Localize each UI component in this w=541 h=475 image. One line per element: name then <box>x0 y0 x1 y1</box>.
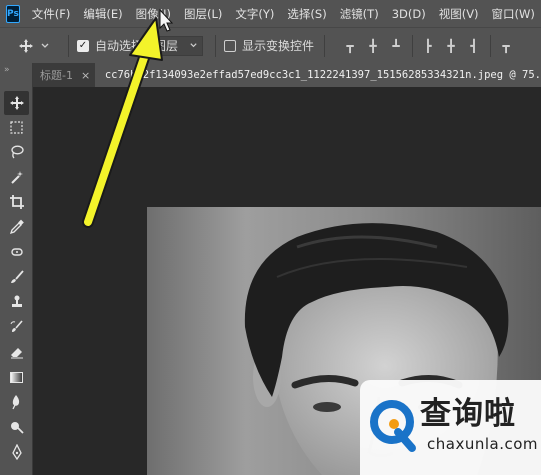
divider <box>324 34 326 57</box>
menu-3d[interactable]: 3D(D) <box>392 7 426 21</box>
pen-tool[interactable] <box>4 440 29 464</box>
distribute-top-icon[interactable]: ┳ <box>499 39 513 53</box>
menu-edit[interactable]: 编辑(E) <box>83 6 122 22</box>
auto-select-target-value: 图层 <box>154 39 179 53</box>
tab-active-document[interactable]: cc76b92f134093e2effad57ed9cc3c1_11222413… <box>94 63 541 87</box>
divider <box>490 34 492 57</box>
align-top-icon[interactable]: ┳ <box>343 39 357 53</box>
divider <box>412 34 414 57</box>
tab-label: 标题-1 <box>40 69 73 82</box>
clone-stamp-icon <box>11 295 22 307</box>
align-left-icon[interactable]: ┣ <box>421 39 435 53</box>
blur-tool[interactable] <box>4 390 29 414</box>
menu-bar: Ps 文件(F) 编辑(E) 图像(I) 图层(L) 文字(Y) 选择(S) 滤… <box>0 0 541 27</box>
magic-wand-tool[interactable] <box>4 165 29 189</box>
align-horizontal-center-icon[interactable]: ╋ <box>444 39 458 53</box>
tab-label: cc76b92f134093e2effad57ed9cc3c1_11222413… <box>104 69 541 81</box>
eyedropper-tool[interactable] <box>4 215 29 239</box>
align-bottom-icon[interactable]: ┻ <box>389 39 403 53</box>
auto-select-label: 自动选择 <box>95 39 144 53</box>
menu-file[interactable]: 文件(F) <box>32 6 71 22</box>
document-tab-bar: 标题-1 × cc76b92f134093e2effad57ed9cc3c1_1… <box>33 63 541 87</box>
auto-select-target-dropdown[interactable]: 图层 <box>149 35 204 56</box>
history-brush-tool[interactable] <box>4 315 29 339</box>
eyedropper-icon <box>9 219 24 235</box>
eraser-tool[interactable] <box>4 340 29 364</box>
collapse-panel-icon[interactable]: » <box>0 63 32 87</box>
move-tool[interactable] <box>4 91 29 115</box>
menu-select[interactable]: 选择(S) <box>287 6 326 22</box>
watermark: 查询啦 chaxunla.com <box>360 380 541 475</box>
lasso-tool[interactable] <box>4 140 29 164</box>
gradient-tool[interactable] <box>4 365 29 389</box>
tool-preset-picker[interactable] <box>18 38 60 54</box>
move-icon <box>19 38 33 53</box>
divider <box>215 34 217 57</box>
menu-type[interactable]: 文字(Y) <box>235 6 274 22</box>
tab-untitled-1[interactable]: 标题-1 × <box>33 63 95 87</box>
dodge-icon <box>10 422 24 434</box>
tools-panel: » <box>0 63 33 475</box>
gradient-icon <box>10 371 23 383</box>
menu-layer[interactable]: 图层(L) <box>184 6 222 22</box>
align-vertical-center-icon[interactable]: ╋ <box>366 39 380 53</box>
menu-window[interactable]: 窗口(W) <box>492 6 535 22</box>
dodge-tool[interactable] <box>4 415 29 439</box>
brush-icon <box>10 270 24 283</box>
auto-select-checkbox[interactable]: ✓ <box>77 39 89 52</box>
crop-tool[interactable] <box>4 190 29 214</box>
chevron-down-icon <box>190 43 197 48</box>
menu-view[interactable]: 视图(V) <box>439 6 479 22</box>
divider <box>68 34 69 57</box>
marquee-tool[interactable] <box>4 115 29 139</box>
brush-tool[interactable] <box>4 265 29 289</box>
history-brush-icon <box>10 320 23 332</box>
watermark-logo-icon <box>370 400 416 452</box>
healing-brush-icon <box>10 248 23 256</box>
menu-filter[interactable]: 滤镜(T) <box>340 6 379 22</box>
marquee-icon <box>10 120 23 134</box>
close-icon[interactable]: × <box>81 69 90 82</box>
watermark-title: 查询啦 <box>420 396 516 432</box>
watermark-url: chaxunla.com <box>427 435 538 453</box>
show-transform-checkbox[interactable] <box>224 39 237 52</box>
chevron-down-icon <box>41 43 49 48</box>
lasso-icon <box>10 145 24 159</box>
eraser-icon <box>10 348 23 359</box>
align-controls: ┳ ╋ ┻ ┣ ╋ ┫ ┳ <box>343 34 522 57</box>
align-right-icon[interactable]: ┫ <box>467 39 481 53</box>
menu-image[interactable]: 图像(I) <box>136 6 171 22</box>
crop-icon <box>9 195 24 209</box>
blur-icon <box>11 395 19 410</box>
pen-icon <box>11 444 22 460</box>
options-bar: ✓ 自动选择 图层 显示变换控件 ┳ ╋ ┻ ┣ ╋ ┫ ┳ <box>0 27 541 63</box>
move-icon <box>9 96 24 110</box>
show-transform-label: 显示变换控件 <box>242 39 315 53</box>
clone-stamp-tool[interactable] <box>4 290 29 314</box>
photoshop-logo-icon: Ps <box>6 4 20 23</box>
magic-wand-icon <box>10 171 23 184</box>
healing-brush-tool[interactable] <box>4 240 29 264</box>
